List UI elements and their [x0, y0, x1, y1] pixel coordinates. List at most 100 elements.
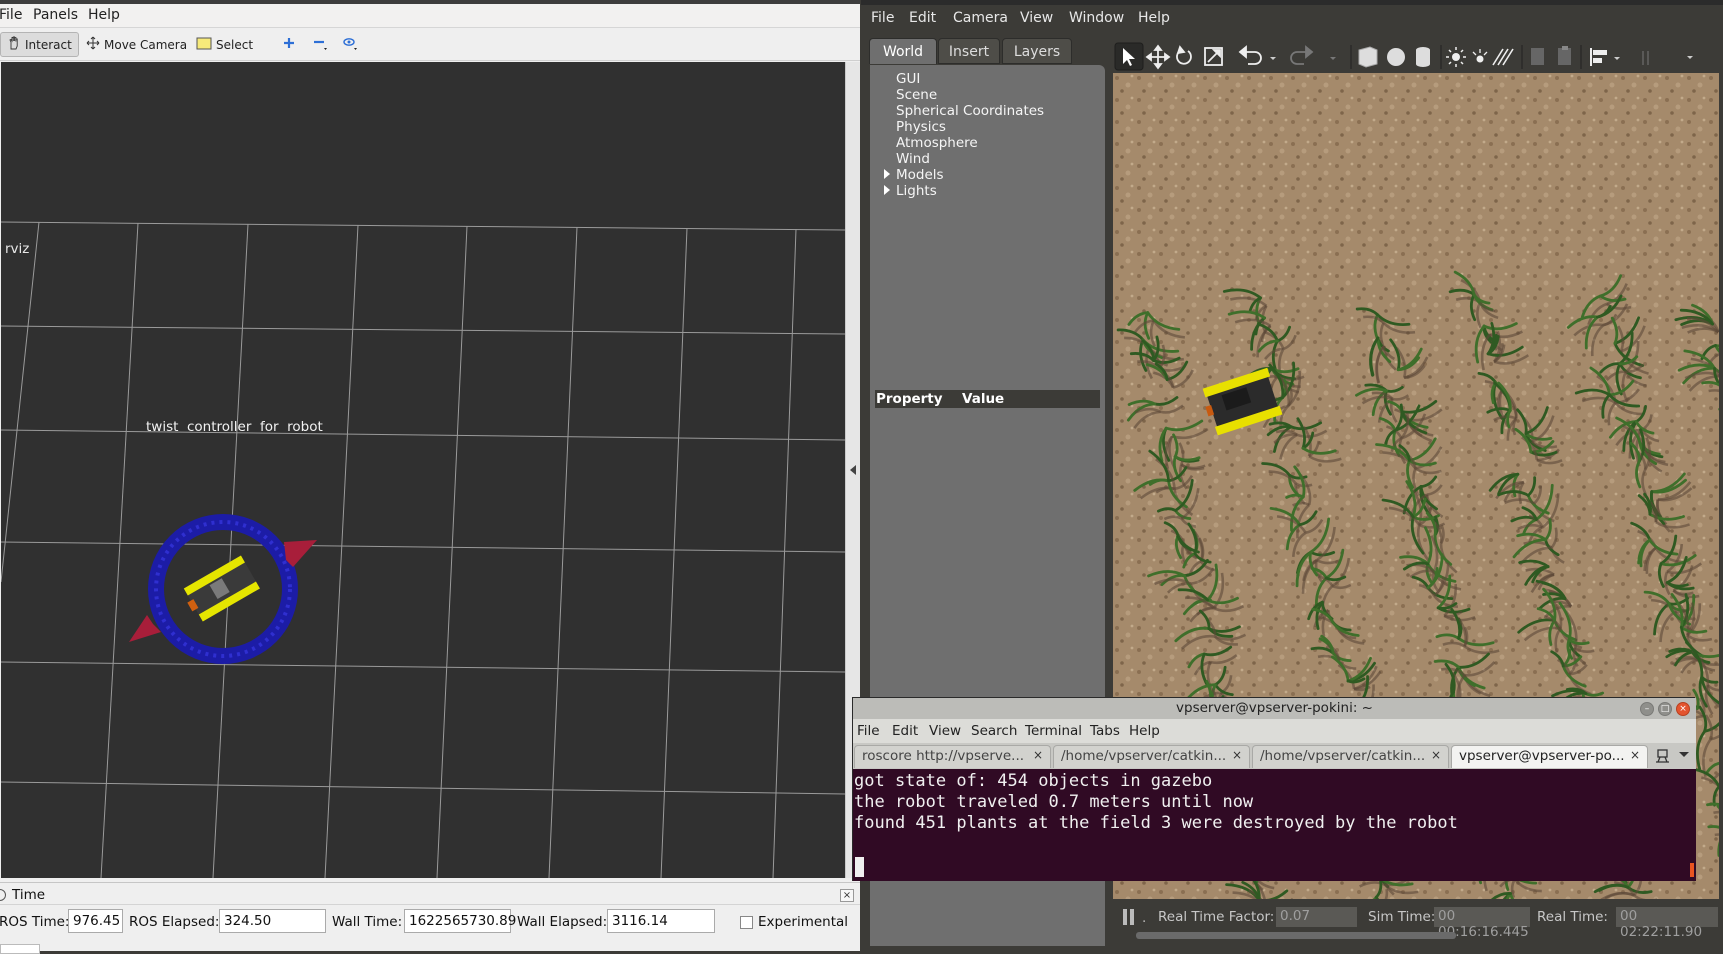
gazebo-horizontal-scrollbar[interactable] [1136, 932, 1456, 939]
terminal-menu-file[interactable]: File [857, 723, 880, 739]
move-camera-tool-button[interactable]: Move Camera [80, 32, 193, 57]
redo-icon[interactable] [1295, 45, 1317, 67]
select-box-icon [196, 37, 212, 53]
gazebo-menu-view[interactable]: View [1020, 10, 1053, 26]
terminal-menu-view[interactable]: View [929, 723, 961, 739]
undo-icon[interactable] [1237, 45, 1259, 67]
ros-elapsed-field[interactable]: 324.50 [219, 909, 326, 933]
wall-time-label: Wall Time: [332, 914, 403, 930]
time-panel-close-button[interactable]: × [840, 889, 854, 902]
close-tab-icon[interactable]: × [1431, 748, 1441, 762]
tree-item-physics[interactable]: Physics [896, 119, 946, 135]
minimize-icon[interactable]: – [1640, 702, 1654, 716]
terminal-line: found 451 plants at the field 3 were des… [854, 813, 1458, 833]
terminal-tab-3[interactable]: /home/vpserver/catkin... × [1252, 745, 1449, 768]
directional-light-icon[interactable] [1494, 45, 1516, 67]
tab-world[interactable]: World [869, 38, 937, 64]
tree-item-scene[interactable]: Scene [896, 87, 937, 103]
remove-tool-button[interactable] [306, 32, 336, 57]
new-tab-icon[interactable] [1655, 748, 1671, 767]
terminal-menu-tabs[interactable]: Tabs [1090, 723, 1120, 739]
rotate-mode-icon[interactable] [1175, 45, 1197, 67]
terminal-tab-label: /home/vpserver/catkin... [1260, 748, 1426, 764]
select-mode-icon[interactable] [1117, 45, 1139, 67]
align-icon[interactable] [1587, 45, 1609, 67]
copy-icon[interactable] [1527, 45, 1549, 67]
terminal-line: got state of: 454 objects in gazebo [854, 771, 1213, 791]
plus-icon [282, 36, 296, 53]
clock-icon [0, 889, 6, 901]
sim-time-value: 00 00:16:16.445 [1434, 907, 1530, 940]
terminal-tab-4[interactable]: vpserver@vpserver-po... × [1451, 745, 1648, 768]
wall-elapsed-label: Wall Elapsed: [517, 914, 608, 930]
move-camera-icon [86, 36, 100, 53]
rviz-window: File Panels Help Interact Move Camera Se… [0, 0, 860, 954]
close-icon[interactable]: × [1676, 702, 1690, 716]
ros-time-field[interactable]: 976.45 [68, 909, 123, 933]
tool-properties-button[interactable] [336, 32, 366, 57]
experimental-checkbox[interactable] [740, 916, 753, 929]
rviz-menu-panels[interactable]: Panels [33, 7, 78, 23]
rviz-menu-file[interactable]: File [0, 7, 22, 23]
tree-item-gui[interactable]: GUI [896, 71, 920, 87]
terminal-line: the robot traveled 0.7 meters until now [854, 792, 1254, 812]
terminal-tab-1[interactable]: roscore http://vpserve... × [854, 745, 1051, 768]
terminal-titlebar: vpserver@vpserver-pokini: ~ – □ × [853, 698, 1696, 719]
maximize-icon[interactable]: □ [1658, 702, 1672, 716]
rviz-overlay-label: rviz [5, 241, 30, 257]
close-tab-icon[interactable]: × [1033, 748, 1043, 762]
cylinder-shape-icon[interactable] [1412, 45, 1434, 67]
pause-icon[interactable] [1122, 908, 1136, 930]
tab-layers[interactable]: Layers [1002, 38, 1072, 64]
rviz-3d-viewport[interactable]: rviz twist controller for robot [1, 62, 845, 878]
gazebo-status-bar: . Real Time Factor: 0.07 Sim Time: 00 00… [1112, 899, 1723, 951]
time-panel-title: Time [12, 887, 46, 903]
tabs-dropdown-icon[interactable] [1679, 752, 1689, 757]
minus-icon [312, 35, 330, 54]
close-tab-icon[interactable]: × [1630, 748, 1640, 762]
translate-mode-icon[interactable] [1147, 45, 1169, 67]
terminal-menu-edit[interactable]: Edit [892, 723, 918, 739]
spot-light-icon[interactable] [1469, 45, 1491, 67]
gazebo-menu-camera[interactable]: Camera [953, 10, 1008, 26]
tab-insert[interactable]: Insert [938, 38, 1000, 64]
tree-item-atmosphere[interactable]: Atmosphere [896, 135, 978, 151]
tree-item-spherical-coordinates[interactable]: Spherical Coordinates [896, 103, 1044, 119]
select-tool-label: Select [216, 37, 254, 52]
close-tab-icon[interactable]: × [1232, 748, 1242, 762]
wall-elapsed-field[interactable]: 3116.14 [607, 909, 715, 933]
interact-tool-button[interactable]: Interact [0, 32, 79, 57]
terminal-output[interactable]: got state of: 454 objects in gazebo the … [853, 769, 1696, 881]
tree-item-lights[interactable]: Lights [896, 183, 937, 199]
step-dot-icon[interactable]: . [1142, 910, 1146, 926]
terminal-tab-label: vpserver@vpserver-po... [1459, 748, 1625, 764]
wall-time-field[interactable]: 1622565730.89 [404, 909, 516, 933]
select-tool-button[interactable]: Select [190, 32, 259, 57]
gazebo-menu-help[interactable]: Help [1138, 10, 1170, 26]
tree-item-wind[interactable]: Wind [896, 151, 930, 167]
expand-lights-icon[interactable] [884, 185, 890, 195]
box-shape-icon[interactable] [1357, 45, 1379, 67]
gazebo-menu-file[interactable]: File [871, 10, 894, 26]
time-panel-reset-field[interactable] [0, 944, 40, 954]
paste-icon[interactable] [1554, 45, 1576, 67]
gazebo-menu-edit[interactable]: Edit [909, 10, 936, 26]
expand-models-icon[interactable] [884, 169, 890, 179]
scale-mode-icon[interactable] [1203, 45, 1225, 67]
real-time-value: 00 02:22:11.90 [1616, 907, 1718, 940]
terminal-tab-label: roscore http://vpserve... [862, 748, 1025, 764]
rviz-menu-help[interactable]: Help [88, 7, 120, 23]
point-light-icon[interactable] [1445, 45, 1467, 67]
tree-item-models[interactable]: Models [896, 167, 944, 183]
gazebo-menu-window[interactable]: Window [1069, 10, 1124, 26]
add-tool-button[interactable] [276, 32, 302, 57]
terminal-menu-help[interactable]: Help [1129, 723, 1160, 739]
terminal-menu-search[interactable]: Search [971, 723, 1017, 739]
collapse-arrow-icon[interactable] [850, 465, 856, 475]
terminal-tab-2[interactable]: /home/vpserver/catkin... × [1053, 745, 1250, 768]
terminal-menu-terminal[interactable]: Terminal [1025, 723, 1082, 739]
eye-icon [342, 35, 360, 54]
gazebo-toolbar [1112, 39, 1723, 73]
sphere-shape-icon[interactable] [1385, 45, 1407, 67]
terminal-scrollbar[interactable] [1690, 863, 1694, 877]
